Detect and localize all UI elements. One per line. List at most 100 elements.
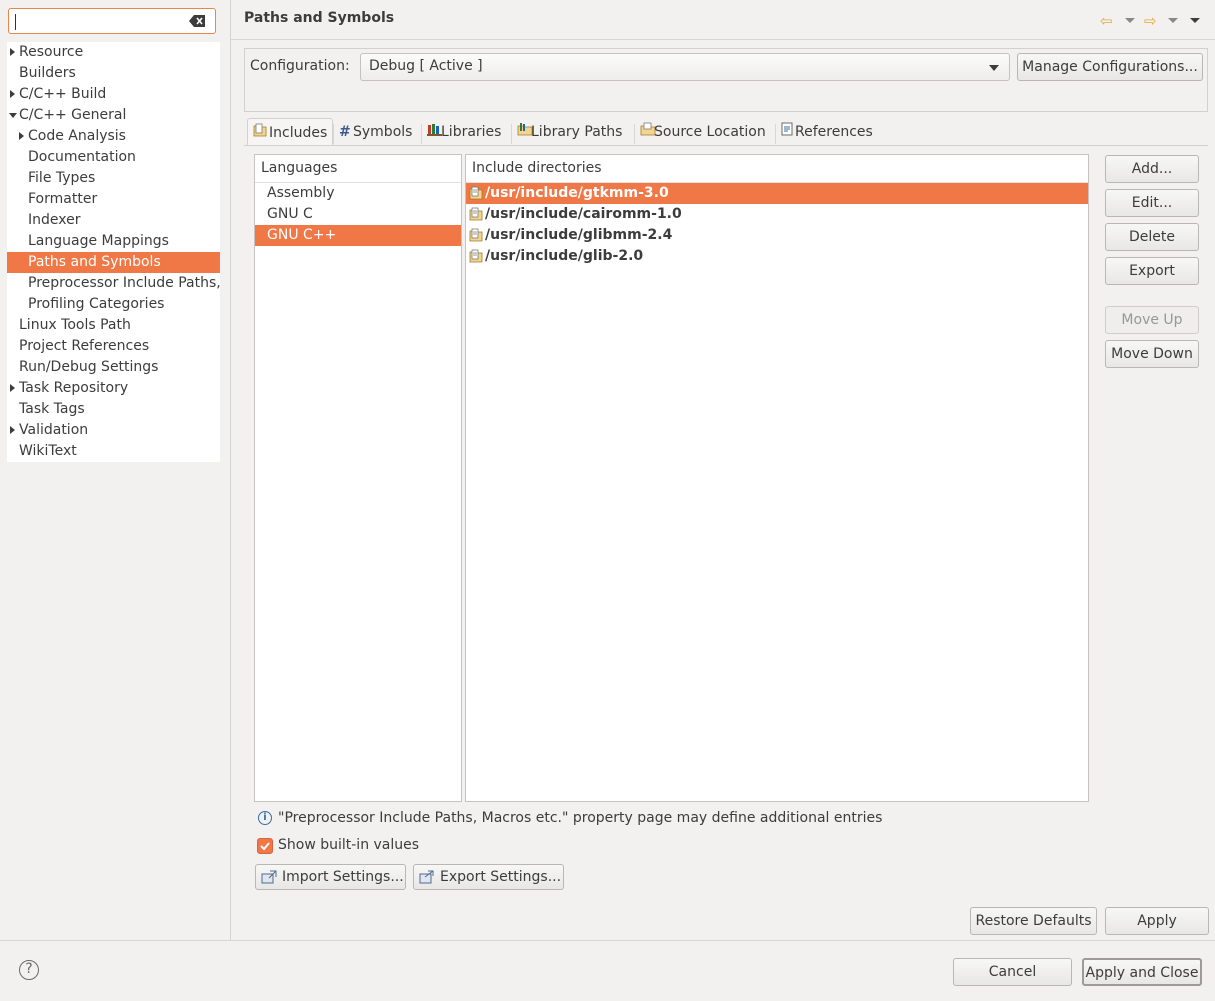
tab-libraries[interactable]: Libraries bbox=[424, 118, 510, 146]
tree-item[interactable]: Resource bbox=[7, 42, 220, 63]
tree-item[interactable]: Paths and Symbols bbox=[7, 252, 220, 273]
tab-separator bbox=[511, 124, 512, 144]
include-directory-item[interactable]: /usr/include/cairomm-1.0 bbox=[466, 204, 1088, 225]
tab-separator bbox=[421, 124, 422, 144]
collapsed-arrow-icon[interactable] bbox=[10, 90, 15, 98]
include-directory-path: /usr/include/glib-2.0 bbox=[485, 248, 644, 264]
import-icon bbox=[261, 870, 277, 884]
delete-button[interactable]: Delete bbox=[1105, 223, 1199, 251]
tree-item[interactable]: Run/Debug Settings bbox=[7, 357, 220, 378]
manage-configurations-button[interactable]: Manage Configurations... bbox=[1017, 53, 1203, 81]
tree-item[interactable]: Preprocessor Include Paths, bbox=[7, 273, 221, 294]
tree-item-label: File Types bbox=[28, 170, 96, 186]
tree-item[interactable]: Formatter bbox=[7, 189, 220, 210]
view-menu-icon[interactable] bbox=[1190, 18, 1200, 23]
cancel-button[interactable]: Cancel bbox=[953, 958, 1072, 986]
tab-includes[interactable]: Includes bbox=[247, 118, 333, 146]
forward-arrow-icon[interactable]: ⇨ bbox=[1144, 12, 1157, 30]
tree-item[interactable]: Documentation bbox=[7, 147, 220, 168]
tab-symbols[interactable]: # Symbols bbox=[336, 118, 422, 146]
move-down-button[interactable]: Move Down bbox=[1105, 340, 1199, 368]
forward-dropdown-icon[interactable] bbox=[1168, 18, 1178, 23]
tree-item-label: Run/Debug Settings bbox=[19, 359, 159, 375]
include-directories-column-header: Include directories bbox=[466, 155, 1088, 183]
collapsed-arrow-icon[interactable] bbox=[10, 384, 15, 392]
header-divider bbox=[231, 39, 1215, 40]
info-text: "Preprocessor Include Paths, Macros etc.… bbox=[278, 810, 883, 826]
show-builtin-label[interactable]: Show built-in values bbox=[278, 837, 419, 853]
tab-label: References bbox=[795, 124, 873, 140]
tree-item[interactable]: Project References bbox=[7, 336, 220, 357]
show-builtin-checkbox[interactable] bbox=[257, 838, 273, 854]
apply-and-close-button[interactable]: Apply and Close bbox=[1082, 958, 1202, 986]
include-directory-path: /usr/include/cairomm-1.0 bbox=[485, 206, 682, 222]
move-up-button[interactable]: Move Up bbox=[1105, 306, 1199, 334]
tree-item[interactable]: C/C++ Build bbox=[7, 84, 220, 105]
include-directory-path: /usr/include/glibmm-2.4 bbox=[485, 227, 673, 243]
include-directory-item[interactable]: /usr/include/gtkmm-3.0 bbox=[466, 183, 1088, 204]
export-button[interactable]: Export bbox=[1105, 257, 1199, 285]
tree-item-label: Builders bbox=[19, 65, 76, 81]
collapsed-arrow-icon[interactable] bbox=[10, 426, 15, 434]
tab-separator bbox=[775, 124, 776, 144]
tab-label: Includes bbox=[269, 125, 328, 141]
back-arrow-icon[interactable]: ⇦ bbox=[1100, 12, 1113, 30]
include-directory-item[interactable]: /usr/include/glib-2.0 bbox=[466, 246, 1088, 267]
tab-library-paths[interactable]: Library Paths bbox=[514, 118, 636, 146]
clear-filter-icon[interactable] bbox=[189, 15, 205, 27]
footer-divider bbox=[0, 940, 1215, 941]
tree-item[interactable]: Profiling Categories bbox=[7, 294, 220, 315]
language-item[interactable]: GNU C bbox=[255, 204, 461, 225]
page-title: Paths and Symbols bbox=[244, 10, 395, 26]
vertical-divider bbox=[230, 0, 231, 940]
language-item[interactable]: GNU C++ bbox=[255, 225, 461, 246]
tree-item-label: Profiling Categories bbox=[28, 296, 165, 312]
tree-item-label: Paths and Symbols bbox=[28, 254, 161, 270]
languages-column-header: Languages bbox=[255, 155, 461, 183]
tree-item-label: Preprocessor Include Paths, bbox=[28, 275, 221, 291]
tree-item-label: Task Tags bbox=[19, 401, 85, 417]
tree-item[interactable]: Builders bbox=[7, 63, 220, 84]
include-directory-item[interactable]: /usr/include/glibmm-2.4 bbox=[466, 225, 1088, 246]
tree-item[interactable]: Task Repository bbox=[7, 378, 220, 399]
help-icon[interactable]: ? bbox=[19, 960, 39, 980]
import-settings-button[interactable]: Import Settings... bbox=[255, 864, 406, 890]
tree-item-label: WikiText bbox=[19, 443, 77, 459]
text-caret bbox=[15, 14, 16, 30]
collapsed-arrow-icon[interactable] bbox=[10, 48, 15, 56]
language-item[interactable]: Assembly bbox=[255, 183, 461, 204]
expanded-arrow-icon[interactable] bbox=[9, 113, 17, 118]
checkmark-icon bbox=[260, 842, 270, 851]
include-folder-icon bbox=[469, 249, 483, 263]
filter-input[interactable] bbox=[8, 8, 216, 34]
export-settings-label: Export Settings... bbox=[440, 869, 562, 885]
tree-item[interactable]: Validation bbox=[7, 420, 220, 441]
tree-item-label: Resource bbox=[19, 44, 84, 60]
apply-button[interactable]: Apply bbox=[1105, 907, 1209, 935]
include-directory-path: /usr/include/gtkmm-3.0 bbox=[485, 185, 669, 201]
configuration-select[interactable]: Debug [ Active ] bbox=[360, 53, 1010, 81]
tree-item[interactable]: Linux Tools Path bbox=[7, 315, 220, 336]
info-icon: i bbox=[258, 811, 272, 825]
tab-source-location[interactable]: Source Location bbox=[637, 118, 773, 146]
tree-item-label: C/C++ General bbox=[19, 107, 127, 123]
tab-separator bbox=[634, 124, 635, 144]
tab-label: Libraries bbox=[441, 124, 502, 140]
export-settings-button[interactable]: Export Settings... bbox=[413, 864, 564, 890]
restore-defaults-button[interactable]: Restore Defaults bbox=[970, 907, 1097, 935]
chevron-down-icon bbox=[989, 65, 999, 71]
tree-item[interactable]: Code Analysis bbox=[7, 126, 220, 147]
edit-button[interactable]: Edit... bbox=[1105, 189, 1199, 217]
back-dropdown-icon[interactable] bbox=[1125, 18, 1135, 23]
tree-item[interactable]: Language Mappings bbox=[7, 231, 220, 252]
tree-item[interactable]: WikiText bbox=[7, 441, 220, 462]
tab-references[interactable]: References bbox=[778, 118, 878, 146]
tab-separator bbox=[333, 124, 334, 144]
tab-divider bbox=[244, 145, 1208, 146]
tree-item[interactable]: Indexer bbox=[7, 210, 220, 231]
add-button[interactable]: Add... bbox=[1105, 155, 1199, 183]
tree-item[interactable]: Task Tags bbox=[7, 399, 220, 420]
collapsed-arrow-icon[interactable] bbox=[19, 132, 24, 140]
tree-item[interactable]: File Types bbox=[7, 168, 220, 189]
tree-item[interactable]: C/C++ General bbox=[7, 105, 220, 126]
